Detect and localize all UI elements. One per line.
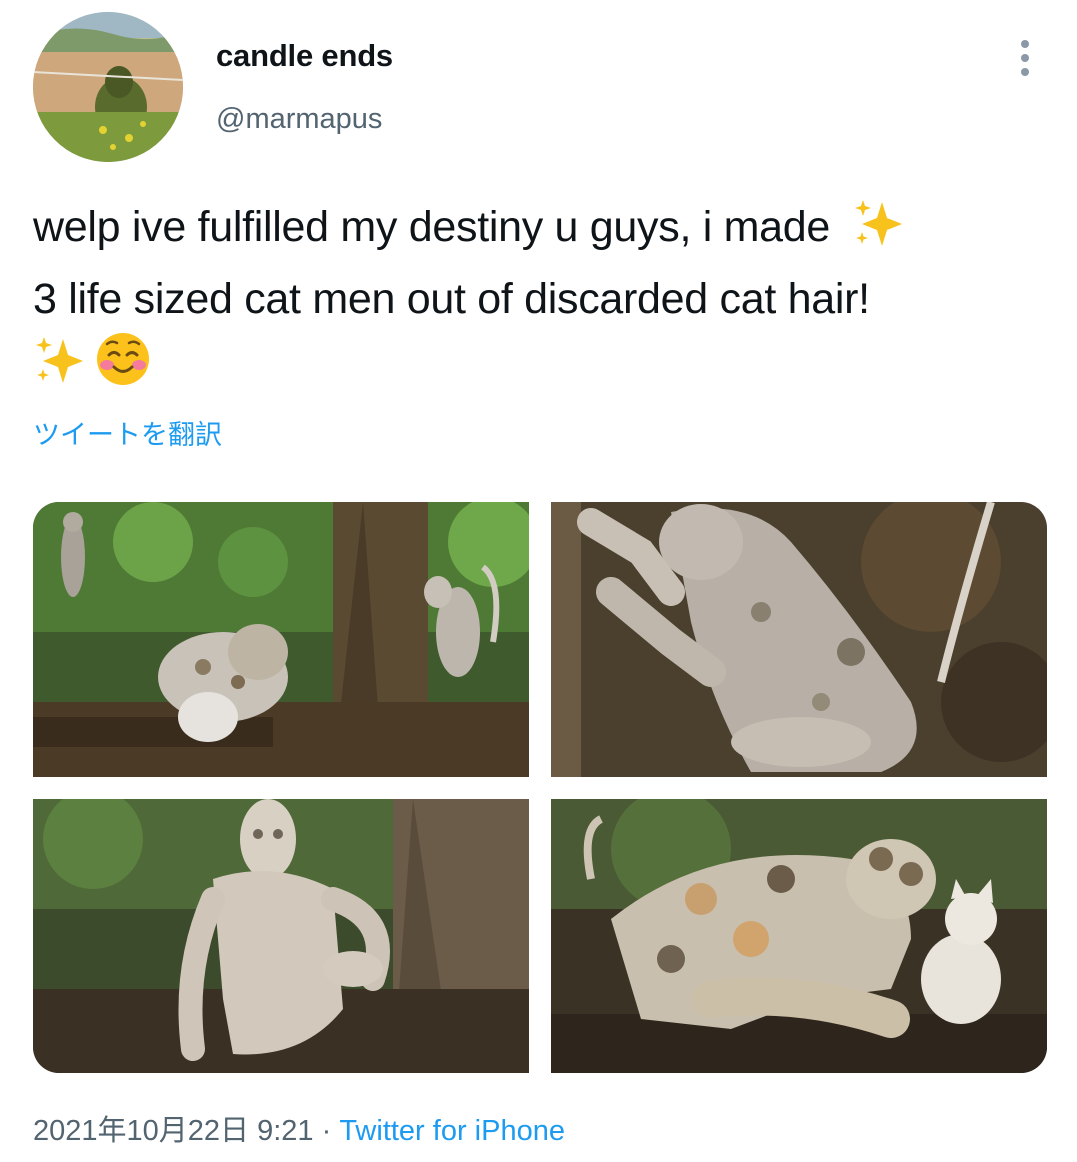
- more-options-button[interactable]: [1006, 36, 1046, 80]
- more-dot: [1021, 68, 1029, 76]
- photo-cat-sculptures-forest-wide-icon: [33, 502, 529, 777]
- tweet-line-2: 3 life sized cat men out of discarded ca…: [33, 275, 870, 323]
- display-name[interactable]: candle ends: [216, 38, 393, 74]
- more-dot: [1021, 54, 1029, 62]
- smiling-face-icon: [95, 331, 151, 405]
- source-link[interactable]: Twitter for iPhone: [339, 1115, 565, 1147]
- more-dots-icon: [1021, 40, 1029, 48]
- translate-tweet-link[interactable]: ツイートを翻訳: [33, 413, 222, 452]
- photo-calico-cat-man-with-cat-icon: [551, 799, 1047, 1073]
- tweet-line-1: welp ive fulfilled my destiny u guys, i …: [33, 196, 1043, 268]
- tweet-text-part: welp ive fulfilled my destiny u guys, i …: [33, 203, 830, 251]
- photo-3[interactable]: [33, 799, 529, 1073]
- media-grid: [33, 502, 1047, 1073]
- sparkles-icon: [33, 335, 85, 405]
- user-handle[interactable]: @marmapus: [216, 103, 382, 136]
- photo-cat-man-standing-tree-icon: [33, 799, 529, 1073]
- tweet-line-3: [33, 331, 1043, 405]
- timestamp[interactable]: 2021年10月22日 9:21: [33, 1115, 314, 1147]
- photo-cat-man-climbing-tree-icon: [551, 502, 1047, 777]
- tweet-text: welp ive fulfilled my destiny u guys, i …: [33, 196, 1043, 405]
- sparkles-icon: [852, 198, 904, 268]
- tweet-metadata: 2021年10月22日 9:21 · Twitter for iPhone: [33, 1107, 565, 1149]
- photo-1[interactable]: [33, 502, 529, 777]
- meta-separator: ·: [313, 1115, 340, 1147]
- avatar[interactable]: [33, 12, 183, 162]
- profile-photo-icon: [33, 12, 183, 162]
- photo-2[interactable]: [551, 502, 1047, 777]
- photo-4[interactable]: [551, 799, 1047, 1073]
